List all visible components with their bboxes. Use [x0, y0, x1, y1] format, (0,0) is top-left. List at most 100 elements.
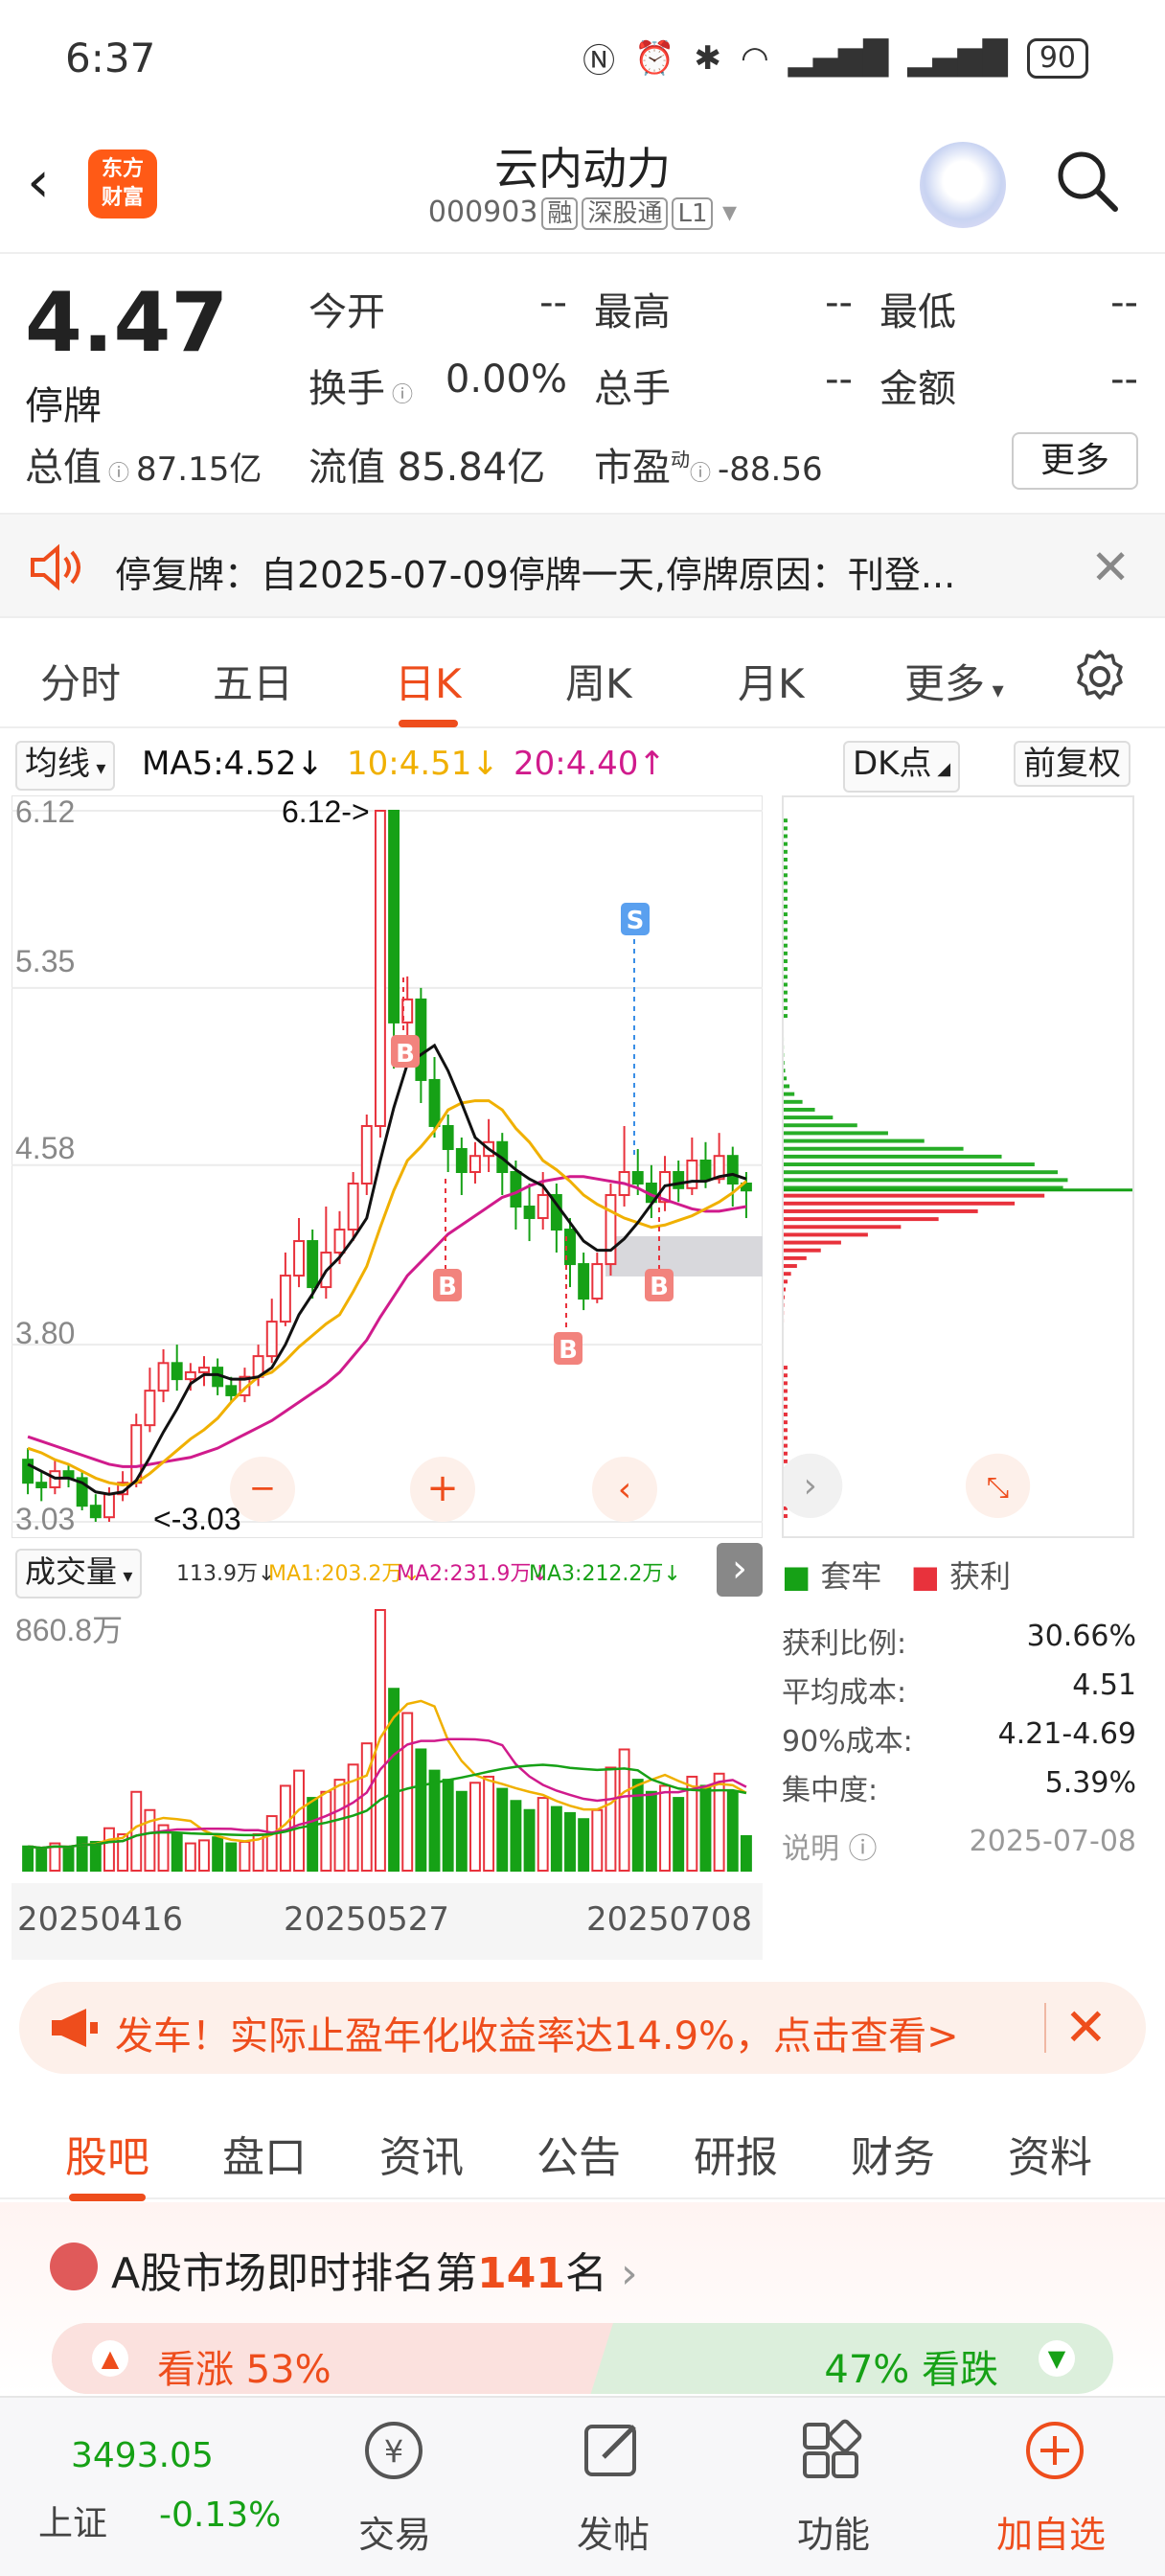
suspension-notice[interactable]: 停复牌：自2025-07-09停牌一天,停牌原因：刊登... ✕ — [0, 513, 1165, 618]
tab-five-day[interactable]: 五日 — [213, 652, 293, 710]
trade-button[interactable]: 交易 — [358, 2505, 431, 2558]
distribution-bar — [784, 1514, 788, 1518]
ma5-value: MA5:4.52↓ — [142, 745, 324, 783]
svg-text:+: + — [426, 1466, 459, 1510]
tab-intraday[interactable]: 分时 — [40, 652, 121, 710]
signal-icon: ▂▄▆█ — [788, 38, 889, 78]
stock-code: 000903 — [427, 196, 538, 229]
add-watchlist-icon[interactable] — [1021, 2417, 1088, 2484]
y-tick-label: 3.03 — [15, 1502, 75, 1536]
quote-panel: 4.47 停牌 今开 -- 最高 -- 最低 -- 换手 ⓘ 0.00% 总手 -- 金额… — [0, 254, 1165, 503]
trade-icon[interactable]: ¥ — [360, 2417, 427, 2484]
alarm-icon: ⏰ — [634, 38, 675, 78]
tab-more[interactable]: 更多 ▾ — [904, 652, 1004, 710]
wifi-icon: ◠ — [740, 38, 769, 78]
distribution-bar — [784, 1193, 1045, 1198]
distribution-bar — [784, 920, 788, 925]
volume-selector[interactable]: 成交量 ▾ — [15, 1549, 143, 1598]
candle — [103, 1493, 115, 1519]
volume-bar — [35, 1848, 48, 1873]
tab-forum[interactable]: 股吧 — [65, 2123, 149, 2201]
candle — [726, 1155, 739, 1185]
candle — [605, 1194, 617, 1266]
distribution-bar — [784, 1116, 834, 1120]
distribution-bar — [784, 959, 788, 963]
distribution-bar — [784, 873, 788, 878]
index-value[interactable]: 3493.05 — [71, 2436, 214, 2475]
date-axis: 20250416 20250527 20250708 — [11, 1883, 763, 1960]
candle — [184, 1370, 196, 1381]
distribution-bar — [784, 1201, 1016, 1206]
stat-note[interactable]: 说明 ⓘ 2025-07-08 — [782, 1825, 1136, 1867]
volume-bar — [198, 1839, 210, 1872]
distribution-bar — [784, 1178, 1068, 1183]
bluetooth-icon: ✱ — [694, 38, 721, 78]
candle — [537, 1194, 549, 1220]
y-tick-label: 3.80 — [15, 1316, 75, 1350]
tab-announcements[interactable]: 公告 — [537, 2123, 621, 2184]
distribution-bar — [784, 1146, 964, 1151]
tab-news[interactable]: 资讯 — [379, 2123, 464, 2184]
tab-profile[interactable]: 资料 — [1008, 2123, 1092, 2184]
post-button[interactable]: 发帖 — [577, 2505, 650, 2558]
index-change[interactable]: -0.13% — [159, 2496, 281, 2535]
distribution-bar — [784, 1381, 788, 1386]
bottom-toolbar: 3493.05 上证 -0.13% ¥ 交易 发帖 功能 加自选 — [0, 2396, 1165, 2576]
sentiment-bar: ▲ 看涨 53% 47% 看跌 ▼ — [52, 2323, 1113, 2394]
function-grid-icon[interactable] — [799, 2417, 866, 2484]
volume-bar — [510, 1800, 522, 1872]
field-float-value: 流值 85.84亿 — [308, 446, 546, 490]
candle — [428, 1078, 441, 1127]
battery-icon: 90 — [1026, 37, 1088, 79]
distribution-bar — [784, 1413, 788, 1416]
adjust-selector[interactable]: 前复权 — [1014, 741, 1131, 787]
close-icon[interactable]: ✕ — [1064, 1997, 1108, 2058]
volume-bar — [726, 1790, 739, 1872]
function-button[interactable]: 功能 — [797, 2505, 870, 2558]
more-button[interactable]: 更多 — [1012, 432, 1138, 490]
volume-chart[interactable]: 860.8万 — [11, 1600, 763, 1878]
distribution-bar — [784, 1123, 857, 1128]
tab-order-book[interactable]: 盘口 — [222, 2123, 307, 2184]
candle — [442, 1124, 454, 1150]
assistant-avatar[interactable] — [920, 142, 1006, 228]
tab-financials[interactable]: 财务 — [851, 2123, 935, 2184]
promo-banner[interactable]: 发车！实际止盈年化收益率达14.9%，点击查看> ✕ — [19, 1982, 1146, 2074]
close-icon[interactable]: ✕ — [1090, 540, 1131, 595]
index-name[interactable]: 上证 — [38, 2496, 107, 2545]
bull-up-icon: ▲ — [92, 2340, 128, 2377]
svg-text:‹: ‹ — [618, 1470, 631, 1509]
distribution-bar — [784, 881, 788, 886]
distribution-bar — [784, 943, 788, 948]
expand-indicators-button[interactable]: › — [717, 1543, 763, 1597]
tab-research[interactable]: 研报 — [694, 2123, 778, 2184]
candlestick-chart[interactable]: 6.12 5.35 4.58 3.80 3.03 6.12-> <-3.03 B… — [11, 795, 763, 1538]
rank-chart-icon — [50, 2242, 98, 2290]
add-watchlist-button[interactable]: 加自选 — [996, 2505, 1106, 2558]
dk-selector[interactable]: DK点 ◢ — [843, 741, 961, 793]
post-icon[interactable] — [579, 2417, 646, 2484]
settings-gear-icon[interactable] — [1071, 648, 1129, 705]
distribution-bar — [784, 1373, 788, 1378]
distribution-bar — [784, 826, 788, 831]
info-icon: ⓘ — [690, 462, 718, 486]
tab-daily-k[interactable]: 日K — [395, 652, 462, 727]
tab-monthly-k[interactable]: 月K — [738, 652, 805, 710]
candle — [35, 1482, 48, 1488]
distribution-bar — [784, 1436, 788, 1440]
ma-selector[interactable]: 均线 ▾ — [15, 741, 116, 791]
volume-bar — [76, 1836, 88, 1873]
distribution-bar — [784, 1069, 786, 1073]
bear-label: 47% 看跌 — [824, 2348, 998, 2392]
chevron-down-icon: ▾ — [713, 196, 738, 229]
search-icon[interactable] — [1054, 148, 1119, 213]
market-rank-section[interactable]: A股市场即时排名第141名 › ▲ 看涨 53% 47% 看跌 ▼ — [0, 2202, 1165, 2394]
volume-bar — [225, 1842, 238, 1872]
content-tabs: 股吧 盘口 资讯 公告 研报 财务 资料 — [0, 2094, 1165, 2201]
volume-bar — [578, 1818, 590, 1872]
distribution-bar — [784, 1076, 788, 1081]
candle — [510, 1171, 522, 1208]
candle — [22, 1459, 34, 1484]
volume-bar — [239, 1840, 251, 1873]
tab-weekly-k[interactable]: 周K — [565, 652, 632, 710]
